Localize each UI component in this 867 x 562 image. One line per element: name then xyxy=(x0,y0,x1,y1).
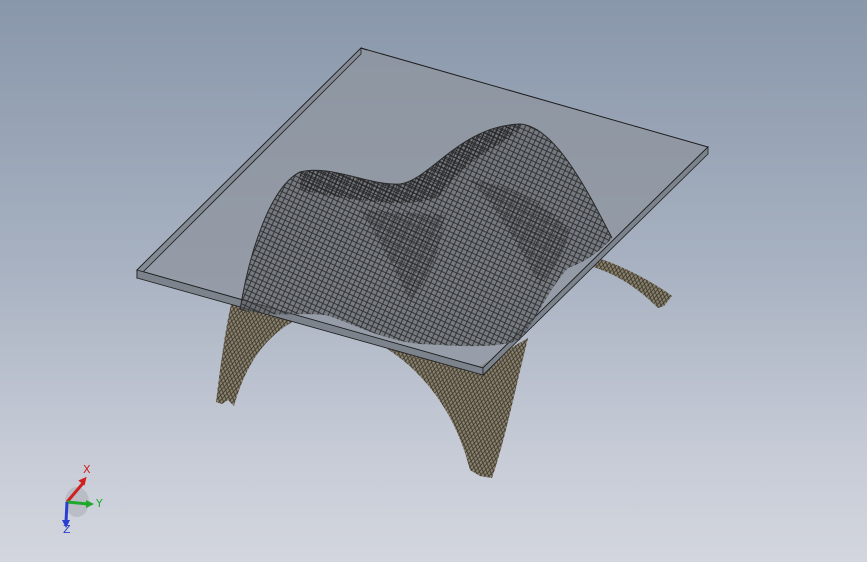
axis-label-y: Y xyxy=(96,497,103,510)
coordinate-triad: X Y Z xyxy=(50,460,110,540)
axis-label-x: X xyxy=(83,463,91,476)
model-scene[interactable] xyxy=(0,0,867,562)
axis-label-z: Z xyxy=(63,523,71,536)
graphics-viewport[interactable]: X Y Z xyxy=(0,0,867,562)
surface-leg-right xyxy=(590,258,672,308)
